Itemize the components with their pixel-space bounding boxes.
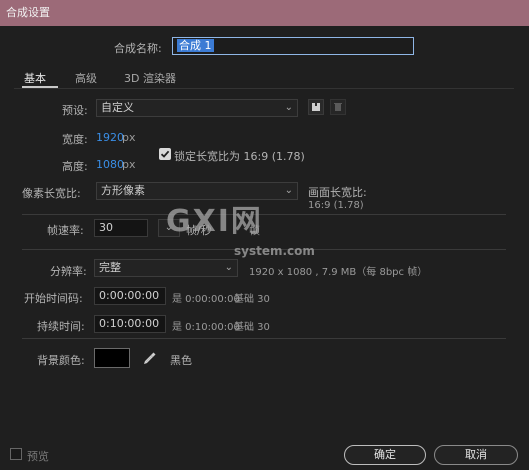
duration-label: 持续时间: — [37, 320, 85, 333]
height-unit: px — [122, 158, 136, 171]
title-bar: 合成设置 — [0, 0, 529, 26]
tab-basic[interactable]: 基本 — [24, 70, 46, 86]
background-color-name: 黑色 — [170, 354, 192, 367]
preset-value: 自定义 — [101, 101, 134, 114]
pixel-aspect-value: 方形像素 — [101, 184, 145, 197]
preview-label: 预览 — [27, 450, 49, 463]
lock-aspect-label: 锁定长宽比为 16:9 (1.78) — [174, 150, 305, 163]
cancel-button[interactable]: 取消 — [434, 445, 518, 465]
background-color-swatch[interactable] — [94, 348, 130, 368]
preset-label: 预设: — [62, 104, 88, 117]
watermark-domain: system.com — [234, 244, 315, 258]
tab-advanced[interactable]: 高级 — [75, 70, 97, 86]
pixel-aspect-label: 像素长宽比: — [22, 187, 81, 200]
chevron-down-icon: ⌄ — [284, 102, 293, 113]
ok-button[interactable]: 确定 — [344, 445, 426, 465]
save-preset-icon[interactable] — [308, 99, 324, 115]
duration-base: 基础 30 — [234, 322, 270, 333]
resolution-label: 分辨率: — [50, 265, 87, 278]
comp-name-input[interactable]: 合成 1 — [172, 37, 414, 55]
duration-value: 0:10:00:00 — [99, 317, 160, 330]
duration-input[interactable]: 0:10:00:00 — [94, 315, 166, 333]
lock-aspect-checkbox[interactable] — [159, 148, 171, 160]
section-divider — [22, 214, 506, 215]
comp-name-value: 合成 1 — [177, 39, 214, 52]
composition-settings-dialog: 合成设置 合成名称: 合成 1 基本 高级 3D 渲染器 预设: 自定义 ⌄ 宽… — [0, 0, 529, 470]
frame-rate-input[interactable]: 30 — [94, 219, 148, 237]
start-timecode-value: 0:00:00:00 — [99, 289, 160, 302]
watermark-logo: GXI网 — [166, 204, 263, 239]
chevron-down-icon: ⌄ — [224, 262, 233, 273]
background-color-label: 背景颜色: — [37, 354, 85, 367]
width-value[interactable]: 1920 — [96, 131, 124, 144]
frame-aspect-label: 画面长宽比: — [308, 186, 367, 199]
preview-checkbox[interactable] — [10, 448, 22, 460]
eyedropper-icon[interactable] — [142, 350, 158, 366]
delete-preset-icon[interactable] — [330, 99, 346, 115]
width-unit: px — [122, 131, 136, 144]
resolution-value: 完整 — [99, 261, 121, 274]
frame-aspect-value: 16:9 (1.78) — [308, 200, 364, 211]
resolution-dropdown[interactable]: 完整 ⌄ — [94, 259, 238, 277]
start-timecode-input[interactable]: 0:00:00:00 — [94, 287, 166, 305]
frame-rate-label: 帧速率: — [47, 224, 84, 237]
width-label: 宽度: — [62, 133, 88, 146]
preset-dropdown[interactable]: 自定义 ⌄ — [96, 99, 298, 117]
start-timecode-info: 是 0:00:00:00 — [172, 294, 240, 305]
start-timecode-label: 开始时间码: — [24, 292, 83, 305]
comp-name-label: 合成名称: — [114, 42, 162, 55]
start-timecode-base: 基础 30 — [234, 294, 270, 305]
height-value[interactable]: 1080 — [96, 158, 124, 171]
chevron-down-icon: ⌄ — [284, 185, 293, 196]
window-title: 合成设置 — [6, 6, 50, 19]
frame-rate-value: 30 — [99, 221, 113, 234]
tab-3d-renderer[interactable]: 3D 渲染器 — [124, 70, 176, 86]
resolution-info: 1920 x 1080 , 7.9 MB（每 8bpc 帧） — [249, 267, 428, 278]
section-divider — [22, 338, 506, 339]
duration-info: 是 0:10:00:00 — [172, 322, 240, 333]
tabs-divider — [14, 88, 514, 89]
height-label: 高度: — [62, 160, 88, 173]
